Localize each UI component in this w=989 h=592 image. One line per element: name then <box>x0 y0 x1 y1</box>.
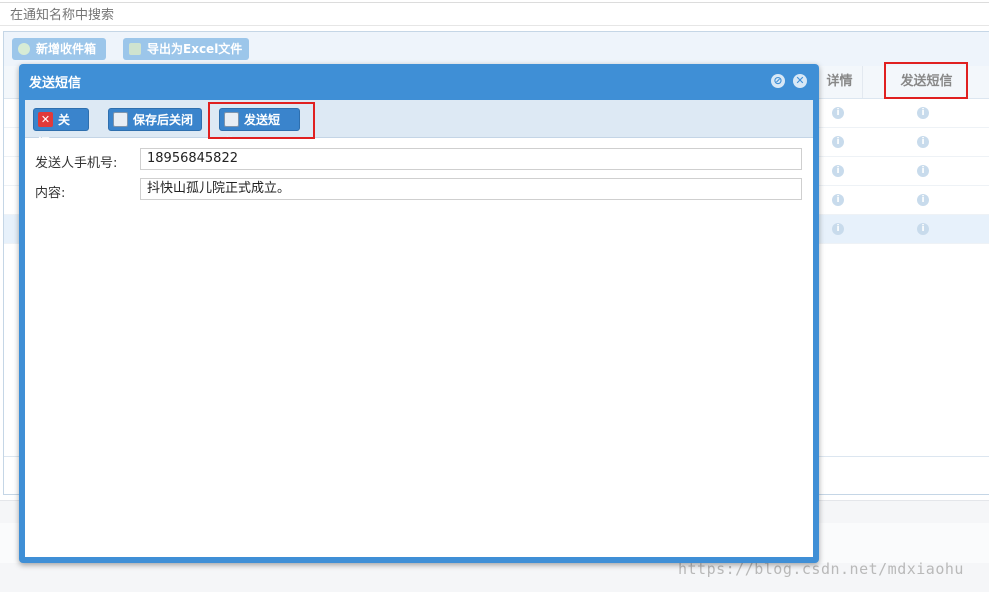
export-excel-button[interactable]: 导出为Excel文件 <box>123 38 249 60</box>
close-icon: ✕ <box>38 111 53 127</box>
save-and-close-button[interactable]: 保存后关闭 <box>108 108 202 131</box>
export-excel-label: 导出为Excel文件 <box>147 42 243 56</box>
excel-icon <box>129 42 141 55</box>
info-icon[interactable]: i <box>917 194 929 206</box>
phone-input[interactable]: 18956845822 <box>140 148 802 170</box>
column-header-details[interactable]: 详情 <box>815 66 863 98</box>
info-icon[interactable]: i <box>917 165 929 177</box>
info-icon[interactable]: i <box>832 107 844 119</box>
highlight-box-send-sms-button <box>208 102 315 139</box>
add-inbox-button[interactable]: 新增收件箱 <box>12 38 106 60</box>
info-icon[interactable]: i <box>832 194 844 206</box>
info-icon[interactable]: i <box>917 107 929 119</box>
info-icon[interactable]: i <box>832 165 844 177</box>
add-inbox-label: 新增收件箱 <box>36 42 97 56</box>
content-input[interactable]: 抖快山孤儿院正式成立。 <box>140 178 802 200</box>
search-bar <box>0 2 989 26</box>
save-and-close-label: 保存后关闭 <box>133 113 194 127</box>
info-icon[interactable]: i <box>917 136 929 148</box>
plus-icon <box>18 42 30 55</box>
content-label: 内容: <box>35 186 66 201</box>
highlight-box-send-sms-column <box>884 62 968 99</box>
save-icon <box>113 111 128 127</box>
info-icon[interactable]: i <box>832 223 844 235</box>
dialog-title: 发送短信 <box>29 76 82 91</box>
dialog-collapse-icon[interactable]: ⊘ <box>771 74 785 88</box>
phone-label: 发送人手机号: <box>35 156 118 171</box>
info-icon[interactable]: i <box>917 223 929 235</box>
info-icon[interactable]: i <box>832 136 844 148</box>
search-input[interactable] <box>8 5 612 25</box>
close-button[interactable]: ✕ 关闭 <box>33 108 89 150</box>
dialog-close-icon[interactable]: ✕ <box>793 74 807 88</box>
